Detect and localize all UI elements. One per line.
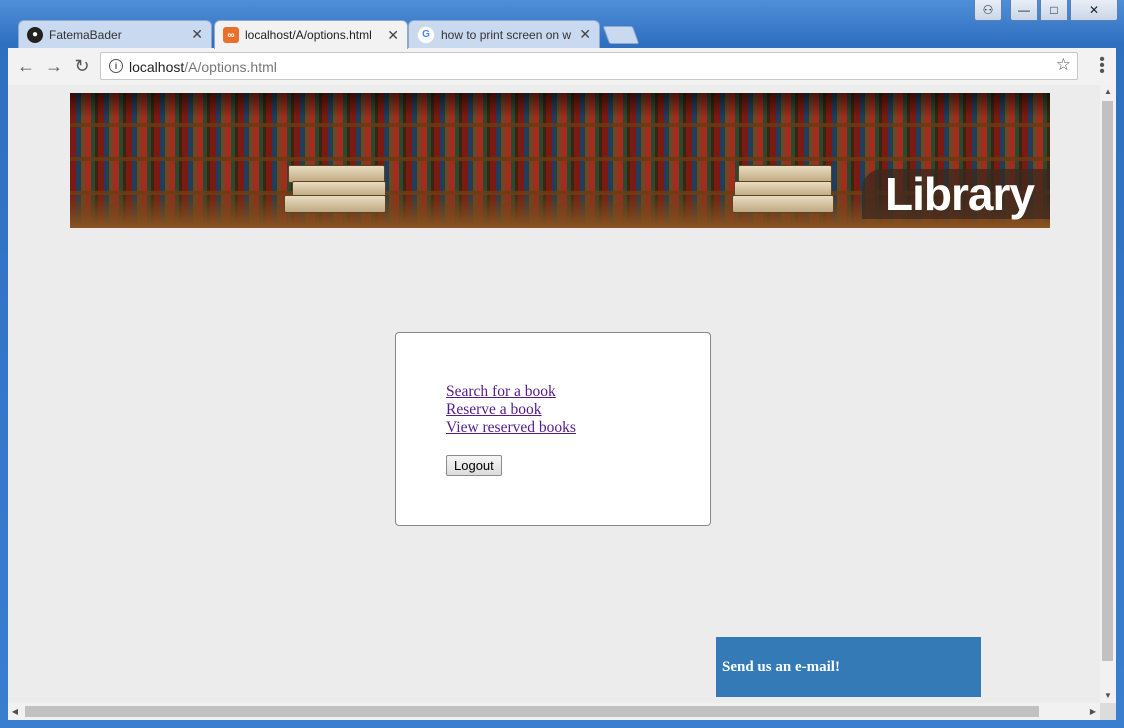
vertical-scroll-thumb[interactable] xyxy=(1102,101,1113,661)
github-icon: ● xyxy=(27,26,43,43)
library-banner: Library xyxy=(70,93,1050,228)
close-tab-icon[interactable]: ✕ xyxy=(579,26,591,43)
reserve-book-link[interactable]: Reserve a book xyxy=(446,401,576,419)
info-icon[interactable]: i xyxy=(109,59,123,73)
tab-title: localhost/A/options.html xyxy=(245,28,372,42)
new-tab-button[interactable] xyxy=(602,26,640,44)
book-stack-image xyxy=(284,195,386,213)
scroll-right-icon[interactable]: ▶ xyxy=(1086,703,1100,720)
url-text[interactable]: localhost/A/options.html xyxy=(129,59,277,75)
library-title: Library xyxy=(862,169,1050,219)
google-icon: G xyxy=(417,25,435,44)
kebab-menu-icon[interactable]: • • • xyxy=(1098,52,1106,80)
tab-fatemabader[interactable]: ● FatemaBader ✕ xyxy=(18,20,212,48)
scroll-left-icon[interactable]: ◀ xyxy=(8,703,22,720)
page-viewport: Library Search for a book Reserve a book… xyxy=(8,85,1100,703)
horizontal-scrollbar[interactable]: ◀ ▶ xyxy=(8,703,1100,720)
book-stack-image xyxy=(732,195,834,213)
bookmark-star-icon[interactable]: ☆ xyxy=(1056,55,1071,75)
options-panel: Search for a book Reserve a book View re… xyxy=(395,332,711,526)
reload-icon[interactable]: ↻ xyxy=(72,56,92,76)
view-reserved-link[interactable]: View reserved books xyxy=(446,419,576,437)
url-path: /A/options.html xyxy=(184,59,277,75)
scroll-up-icon[interactable]: ▲ xyxy=(1100,85,1116,99)
xampp-icon: ∞ xyxy=(223,27,239,43)
logout-button[interactable]: Logout xyxy=(446,455,502,476)
tab-strip: ● FatemaBader ✕ ∞ localhost/A/options.ht… xyxy=(8,18,1116,49)
forward-arrow-icon[interactable]: → xyxy=(44,56,64,76)
scroll-down-icon[interactable]: ▼ xyxy=(1100,689,1116,703)
vertical-scrollbar[interactable]: ▲ ▼ xyxy=(1100,85,1116,703)
address-bar[interactable]: i localhost/A/options.html ☆ xyxy=(100,52,1078,80)
tab-google-search[interactable]: G how to print screen on w ✕ xyxy=(408,20,600,48)
browser-window: ⚇ — □ ✕ ● FatemaBader ✕ ∞ localhost/A/op… xyxy=(0,0,1124,728)
close-tab-icon[interactable]: ✕ xyxy=(191,26,203,43)
tab-title: how to print screen on w xyxy=(441,27,572,42)
tab-title: FatemaBader xyxy=(49,27,122,42)
horizontal-scroll-thumb[interactable] xyxy=(25,706,1039,717)
options-links: Search for a book Reserve a book View re… xyxy=(446,383,576,437)
url-host: localhost xyxy=(129,59,185,75)
search-book-link[interactable]: Search for a book xyxy=(446,383,576,401)
scrollbar-corner xyxy=(1100,703,1116,720)
back-arrow-icon[interactable]: ← xyxy=(16,56,36,76)
tab-options[interactable]: ∞ localhost/A/options.html ✕ xyxy=(214,20,408,49)
browser-toolbar: ← → ↻ i localhost/A/options.html ☆ • • • xyxy=(8,48,1116,86)
email-contact-box[interactable]: Send us an e-mail! xyxy=(716,637,981,697)
close-tab-icon[interactable]: ✕ xyxy=(387,27,399,44)
